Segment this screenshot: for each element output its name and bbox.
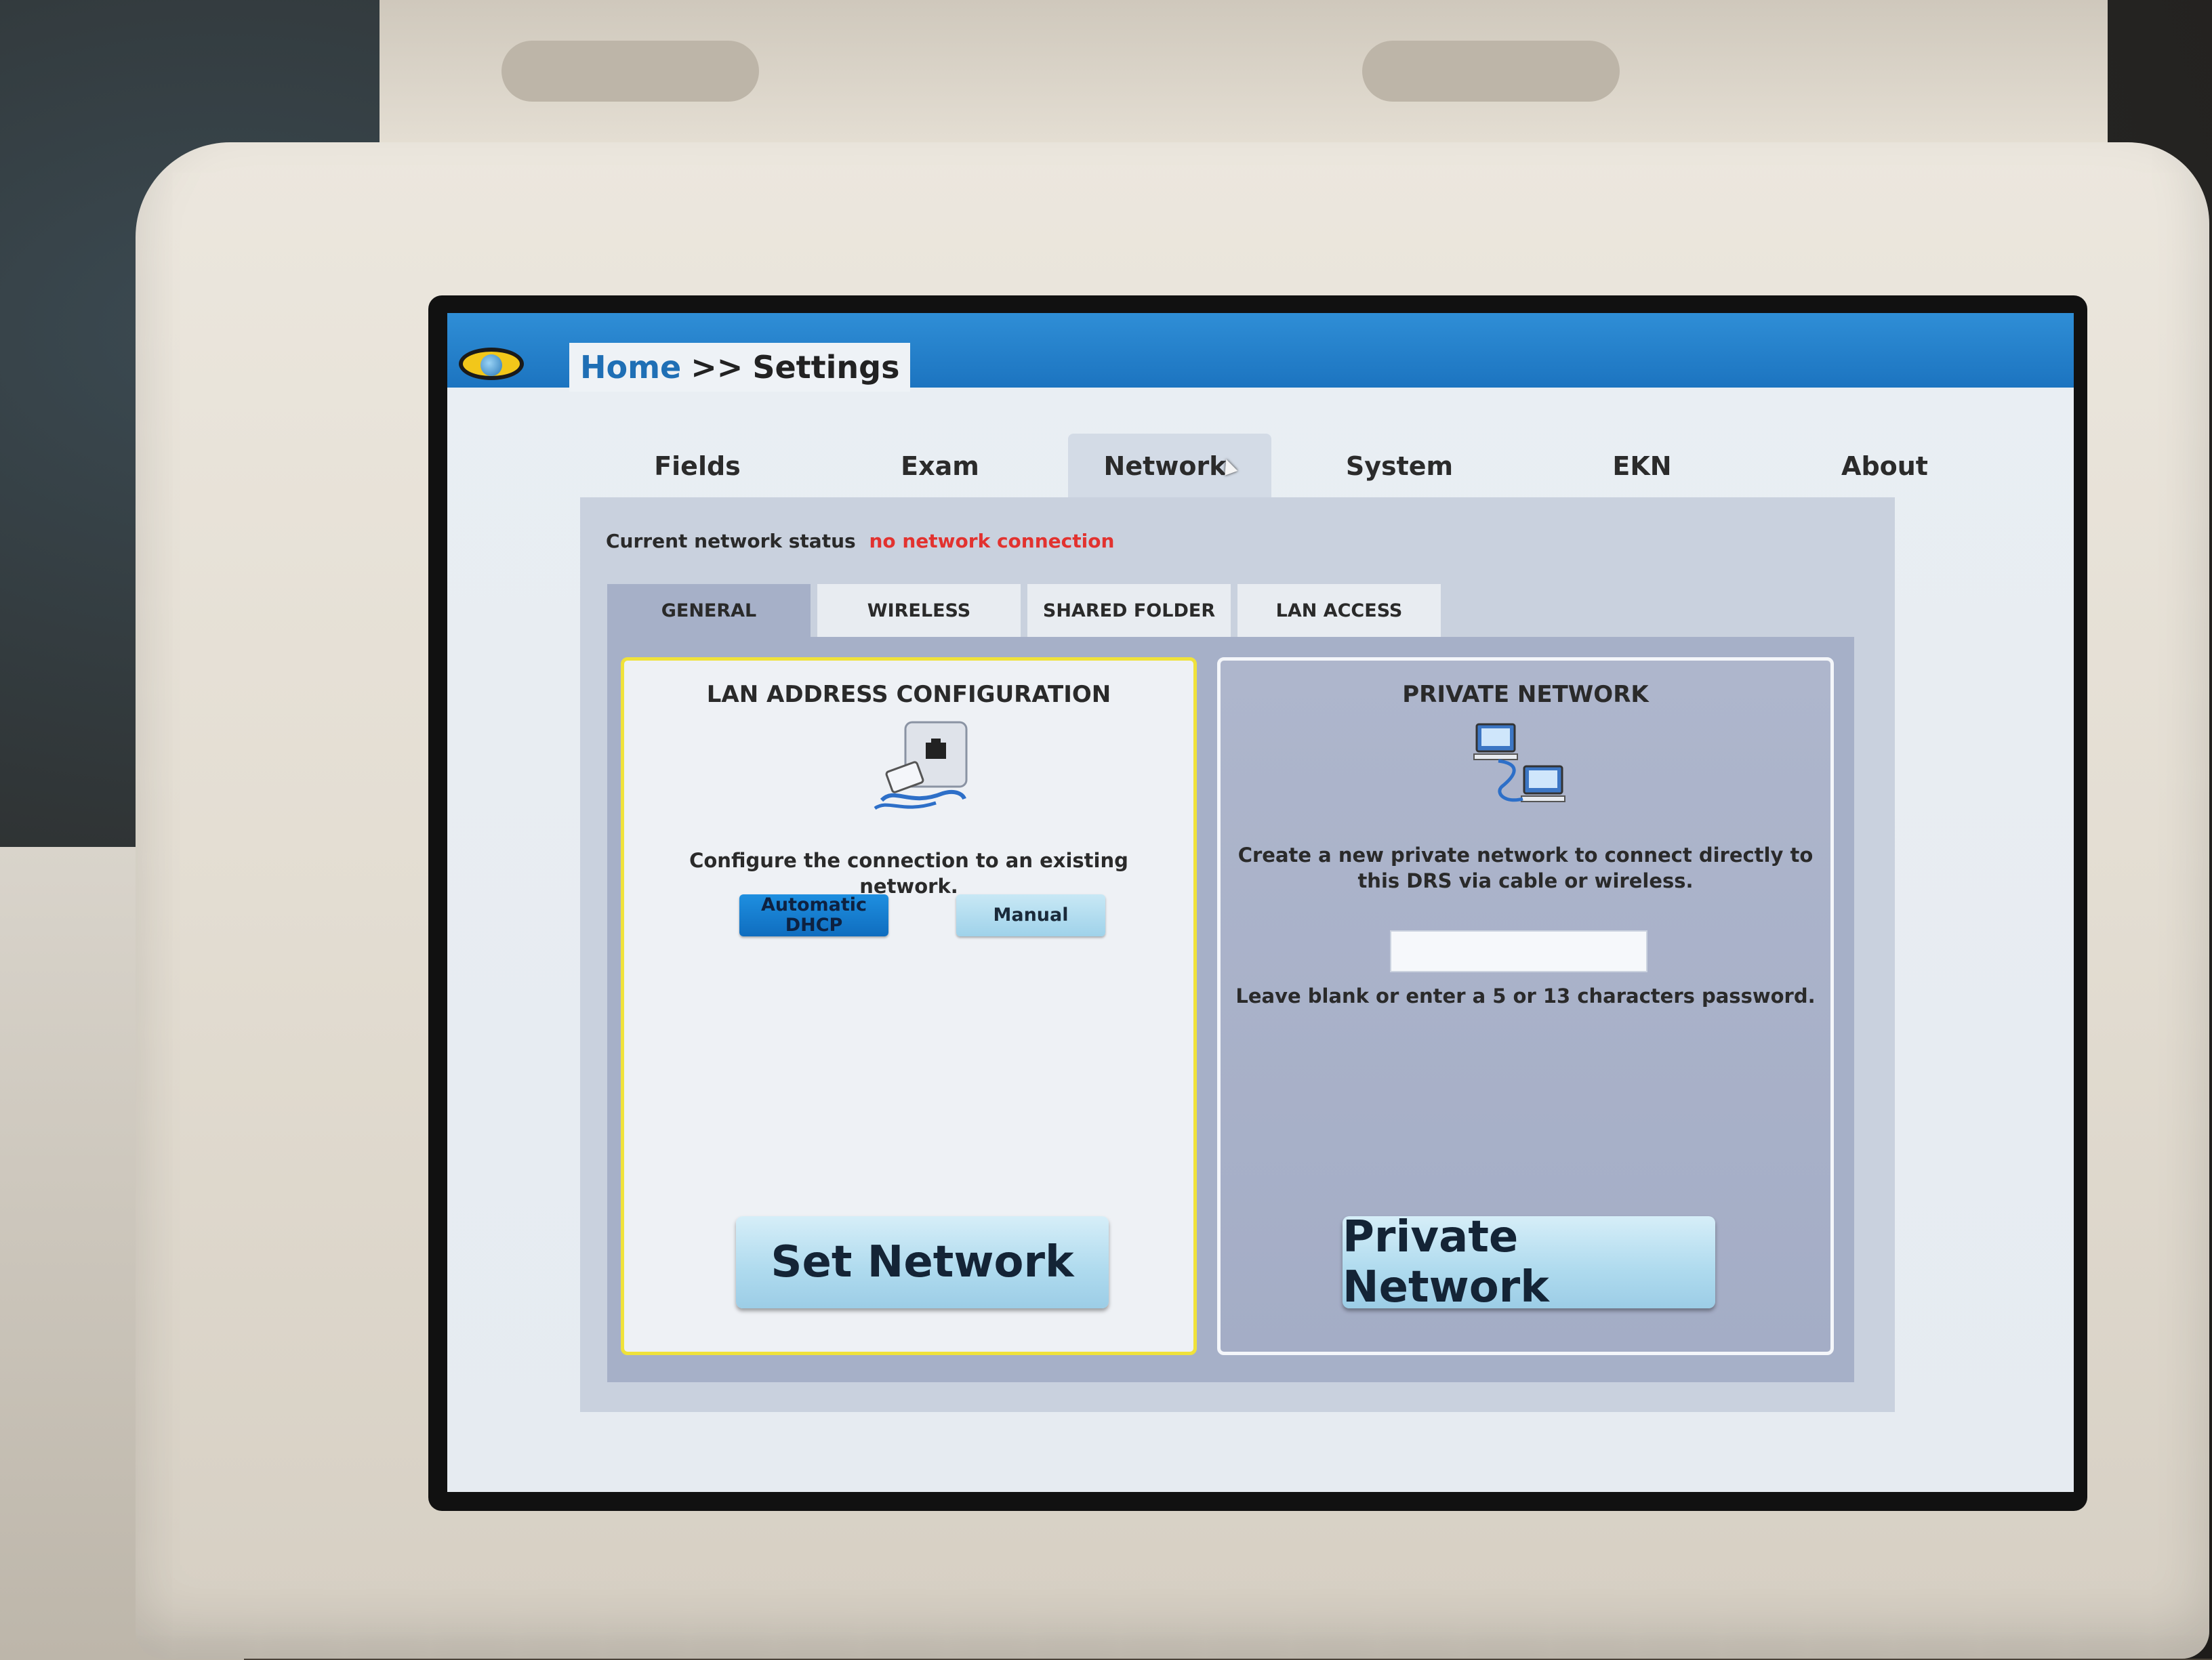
breadcrumb: Home >> Settings <box>569 343 911 392</box>
breadcrumb-home-link[interactable]: Home <box>580 349 681 386</box>
manual-button[interactable]: Manual <box>956 894 1105 936</box>
private-network-title: PRIVATE NETWORK <box>1402 681 1649 708</box>
tab-system[interactable]: System <box>1278 434 1521 499</box>
housing-slot <box>1362 41 1620 102</box>
private-network-description: Create a new private network to connect … <box>1237 844 1814 892</box>
general-panel: LAN ADDRESS CONFIGURATION Configure the … <box>607 637 1854 1382</box>
touch-screen: Home >> Settings Fields Exam Network Sys… <box>447 313 2074 1492</box>
breadcrumb-current: Settings <box>752 349 900 386</box>
title-bar: Home >> Settings <box>447 313 2074 392</box>
eye-icon <box>459 348 524 380</box>
tab-network[interactable]: Network <box>1068 434 1271 499</box>
password-hint: Leave blank or enter a 5 or 13 character… <box>1235 984 1816 1008</box>
subtab-lan-access[interactable]: LAN ACCESS <box>1237 584 1441 637</box>
subtab-general[interactable]: GENERAL <box>607 584 811 637</box>
network-status: Current network status no network connec… <box>606 530 1114 552</box>
network-status-value: no network connection <box>869 530 1115 552</box>
private-network-card[interactable]: PRIVATE NETWORK Create a new private net… <box>1217 657 1834 1355</box>
subtab-shared-folder[interactable]: SHARED FOLDER <box>1027 584 1231 637</box>
tab-fields[interactable]: Fields <box>576 434 819 499</box>
private-network-button[interactable]: Private Network <box>1343 1212 1715 1312</box>
lan-config-description: Configure the connection to an existing … <box>689 849 1128 898</box>
tab-about[interactable]: About <box>1763 434 2006 499</box>
ethernet-cable-icon <box>874 721 968 810</box>
network-tab-panel: Current network status no network connec… <box>580 497 1895 1412</box>
tab-exam[interactable]: Exam <box>819 434 1061 499</box>
tab-ekn[interactable]: EKN <box>1521 434 1763 499</box>
main-tab-bar: Fields Exam Network System EKN About <box>576 434 2006 499</box>
networked-computers-icon <box>1473 723 1565 802</box>
network-status-label: Current network status <box>606 530 856 552</box>
sub-tab-bar: GENERAL WIRELESS SHARED FOLDER LAN ACCES… <box>607 584 1448 637</box>
lan-config-card[interactable]: LAN ADDRESS CONFIGURATION Configure the … <box>621 657 1197 1355</box>
subtab-wireless[interactable]: WIRELESS <box>817 584 1021 637</box>
tab-network-label: Network <box>1103 451 1227 481</box>
app-logo <box>454 340 529 388</box>
private-network-password-input[interactable] <box>1390 930 1647 972</box>
automatic-dhcp-button[interactable]: Automatic DHCP <box>739 894 888 936</box>
lan-config-title: LAN ADDRESS CONFIGURATION <box>706 681 1111 708</box>
breadcrumb-separator: >> <box>691 349 743 386</box>
housing-slot <box>501 41 759 102</box>
set-network-button[interactable]: Set Network <box>736 1216 1109 1308</box>
